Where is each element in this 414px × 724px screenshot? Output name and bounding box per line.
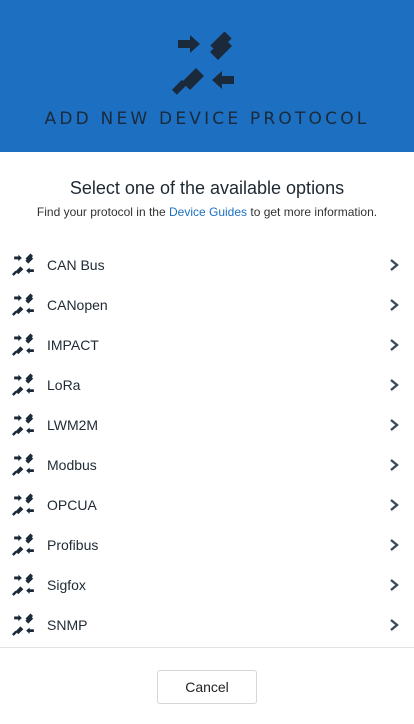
protocol-item-impact[interactable]: IMPACT	[0, 325, 414, 365]
chevron-right-icon	[390, 539, 399, 551]
protocol-label: CANopen	[47, 297, 108, 313]
footer-divider	[0, 647, 414, 648]
chevron-right-icon	[390, 339, 399, 351]
plug-connect-icon	[12, 493, 34, 516]
protocol-list: CAN Bus CANopen IMPACT LoRa LWM2M Modbus…	[0, 245, 414, 645]
protocol-label: Modbus	[47, 457, 97, 473]
protocol-item-can-bus[interactable]: CAN Bus	[0, 245, 414, 285]
protocol-item-profibus[interactable]: Profibus	[0, 525, 414, 565]
protocol-label: CAN Bus	[47, 257, 105, 273]
protocol-item-canopen[interactable]: CANopen	[0, 285, 414, 325]
plug-connect-icon	[12, 613, 34, 636]
protocol-item-snmp[interactable]: SNMP	[0, 605, 414, 645]
chevron-right-icon	[390, 419, 399, 431]
protocol-label: LoRa	[47, 377, 81, 393]
chevron-right-icon	[390, 619, 399, 631]
dialog-header: ADD NEW DEVICE PROTOCOL	[0, 0, 414, 152]
device-guides-link[interactable]: Device Guides	[169, 205, 247, 219]
dialog-title: ADD NEW DEVICE PROTOCOL	[44, 109, 370, 129]
protocol-item-opcua[interactable]: OPCUA	[0, 485, 414, 525]
info-text: Find your protocol in the Device Guides …	[0, 205, 414, 219]
options-heading: Select one of the available options	[69, 178, 345, 198]
plug-connect-icon	[12, 333, 34, 356]
plug-connect-icon	[12, 453, 34, 476]
protocol-label: OPCUA	[47, 497, 97, 513]
plug-connect-icon	[172, 32, 234, 95]
plug-connect-icon	[12, 253, 34, 276]
chevron-right-icon	[390, 259, 399, 271]
protocol-item-modbus[interactable]: Modbus	[0, 445, 414, 485]
protocol-label: Profibus	[47, 537, 99, 553]
protocol-label: Sigfox	[47, 577, 86, 593]
info-prefix: Find your protocol in the	[36, 205, 169, 219]
plug-connect-icon	[12, 573, 34, 596]
plug-connect-icon	[12, 413, 34, 436]
protocol-label: IMPACT	[47, 337, 99, 353]
chevron-right-icon	[390, 379, 399, 391]
chevron-right-icon	[390, 459, 399, 471]
plug-connect-icon	[12, 373, 34, 396]
plug-connect-icon	[12, 293, 34, 316]
cancel-button[interactable]: Cancel	[157, 670, 257, 704]
protocol-item-lora[interactable]: LoRa	[0, 365, 414, 405]
plug-connect-icon	[12, 533, 34, 556]
chevron-right-icon	[390, 579, 399, 591]
protocol-label: LWM2M	[47, 417, 99, 433]
chevron-right-icon	[390, 499, 399, 511]
chevron-right-icon	[390, 299, 399, 311]
protocol-item-sigfox[interactable]: Sigfox	[0, 565, 414, 605]
protocol-label: SNMP	[47, 617, 88, 633]
protocol-item-lwm2m[interactable]: LWM2M	[0, 405, 414, 445]
info-suffix: to get more information.	[247, 205, 378, 219]
